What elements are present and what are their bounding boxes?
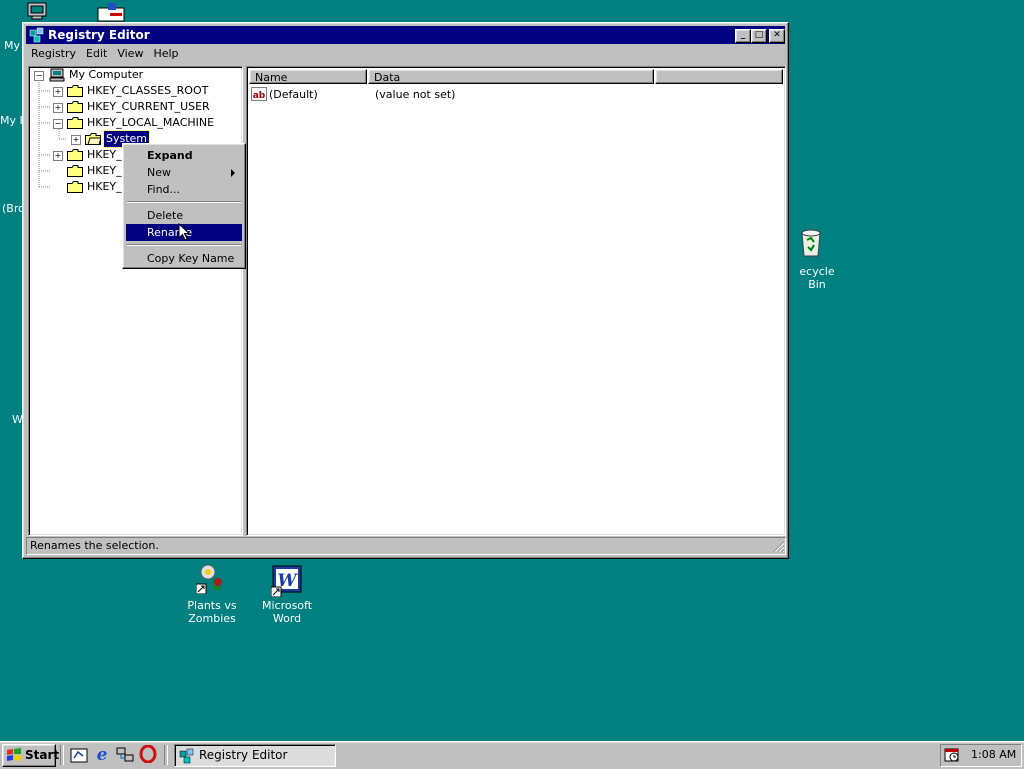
recycle-bin-icon <box>801 229 821 257</box>
column-header-name[interactable]: Name <box>249 69 367 84</box>
collapse-icon[interactable]: − <box>53 119 63 129</box>
registry-editor-icon <box>29 27 44 43</box>
menu-edit[interactable]: Edit <box>81 45 112 63</box>
opera-icon[interactable] <box>139 745 157 763</box>
my-computer-icon <box>49 68 65 82</box>
recycle-bin-label: ecycle Bin <box>799 265 835 291</box>
tree-item-hkey-classes-root[interactable]: HKEY_CLASSES_ROOT <box>87 83 208 99</box>
string-value-icon: ab <box>251 87 267 101</box>
taskbar-task-registry-editor[interactable]: Registry Editor <box>174 744 336 767</box>
value-data-default: (value not set) <box>375 88 456 101</box>
folder-icon <box>67 149 83 161</box>
registry-editor-icon <box>179 748 194 764</box>
mouse-cursor-icon <box>178 223 191 241</box>
menu-bar: Registry Edit View Help <box>26 45 785 63</box>
folder-icon <box>67 165 83 177</box>
computer-icon <box>27 2 47 20</box>
folder-icon <box>67 181 83 193</box>
desktop-label-partial[interactable]: My <box>4 39 20 52</box>
system-tray: 1:08 AM <box>940 744 1022 767</box>
start-button[interactable]: Start <box>2 744 60 767</box>
column-header-data[interactable]: Data <box>368 69 654 84</box>
tree-item-hkey-users[interactable]: HKEY_ <box>87 147 122 163</box>
svg-text:e: e <box>97 745 108 763</box>
expand-icon[interactable]: + <box>53 103 63 113</box>
submenu-arrow-icon <box>231 169 235 177</box>
tree-item-hkey-local-machine[interactable]: HKEY_LOCAL_MACHINE <box>87 115 214 131</box>
close-button[interactable]: ✕ <box>769 29 785 43</box>
minimize-button[interactable]: _ <box>735 29 751 43</box>
window-title: Registry Editor <box>48 28 150 42</box>
expand-icon[interactable]: + <box>53 87 63 97</box>
column-header-empty[interactable] <box>655 69 783 84</box>
maximize-icon: □ <box>754 30 764 40</box>
status-text: Renames the selection. <box>26 537 786 555</box>
ctx-separator <box>127 244 241 246</box>
desktop-icon-outbox[interactable] <box>96 2 128 22</box>
microsoft-word-label-1: Microsoft <box>261 599 313 612</box>
desktop-icon-my-computer[interactable] <box>27 2 47 20</box>
desktop-icon-recycle-bin[interactable]: ecycle Bin <box>792 226 842 291</box>
status-bar: Renames the selection. <box>26 537 786 555</box>
svg-text:ab: ab <box>253 91 266 101</box>
taskbar-divider <box>60 745 64 765</box>
open-folder-icon <box>85 133 101 145</box>
ctx-item-copy-key-name[interactable]: Copy Key Name <box>126 250 242 267</box>
close-icon: ✕ <box>773 30 781 40</box>
folder-icon <box>67 85 83 97</box>
maximize-button[interactable]: □ <box>751 29 767 43</box>
value-name-default[interactable]: (Default) <box>269 87 318 102</box>
values-list-pane[interactable]: Name Data ab (Default) (value not set) <box>246 66 786 536</box>
ctx-separator <box>127 201 241 203</box>
ctx-item-delete[interactable]: Delete <box>126 207 242 224</box>
folder-icon <box>67 101 83 113</box>
clock[interactable]: 1:08 AM <box>971 748 1016 762</box>
context-menu: Expand New Find... Delete Rename Copy Ke… <box>122 143 246 269</box>
tree-item-my-computer[interactable]: My Computer <box>69 67 143 83</box>
resize-grip-icon[interactable] <box>773 541 785 553</box>
desktop-icon-plants-vs-zombies[interactable]: Plants vs Zombies <box>182 562 242 627</box>
taskbar: Start e Registry Editor 1:08 AM <box>0 741 1024 769</box>
outbox-icon <box>97 3 125 22</box>
menu-view[interactable]: View <box>112 45 148 63</box>
expand-icon[interactable]: + <box>71 135 81 145</box>
task-label: Registry Editor <box>199 748 288 762</box>
tree-item-hkey-dyn-data[interactable]: HKEY_ <box>87 179 122 195</box>
internet-explorer-icon[interactable]: e <box>93 745 111 763</box>
ctx-item-new[interactable]: New <box>126 164 242 181</box>
menu-help[interactable]: Help <box>148 45 183 63</box>
key-tree-pane[interactable]: − My Computer + HKEY_CLASSES_ROOT + HKEY… <box>28 66 243 536</box>
title-bar[interactable]: Registry Editor _ □ ✕ <box>26 26 785 44</box>
network-icon[interactable] <box>116 746 134 764</box>
expand-icon[interactable]: + <box>53 151 63 161</box>
word-icon: W <box>271 565 302 597</box>
tree-item-hkey-current-user[interactable]: HKEY_CURRENT_USER <box>87 99 210 115</box>
desktop-icon-microsoft-word[interactable]: W Microsoft Word <box>257 562 317 627</box>
taskbar-divider <box>164 745 168 765</box>
microsoft-word-label-2: Word <box>272 612 302 625</box>
ctx-item-find[interactable]: Find... <box>126 181 242 198</box>
plants-vs-zombies-label-1: Plants vs <box>187 599 237 612</box>
plant-icon <box>196 564 222 594</box>
start-label: Start <box>25 748 60 762</box>
ctx-item-expand[interactable]: Expand <box>126 147 242 164</box>
tree-item-hkey-current-config[interactable]: HKEY_ <box>87 163 122 179</box>
registry-editor-window: Registry Editor _ □ ✕ Registry Edit View He… <box>22 22 789 559</box>
menu-registry[interactable]: Registry <box>26 45 81 63</box>
scheduler-icon[interactable] <box>944 747 960 763</box>
minimize-icon: _ <box>740 30 746 40</box>
collapse-icon[interactable]: − <box>34 71 44 81</box>
show-desktop-icon[interactable] <box>70 746 88 764</box>
plants-vs-zombies-label-2: Zombies <box>188 612 236 625</box>
windows-logo-icon <box>7 748 21 761</box>
open-folder-icon <box>67 117 83 129</box>
